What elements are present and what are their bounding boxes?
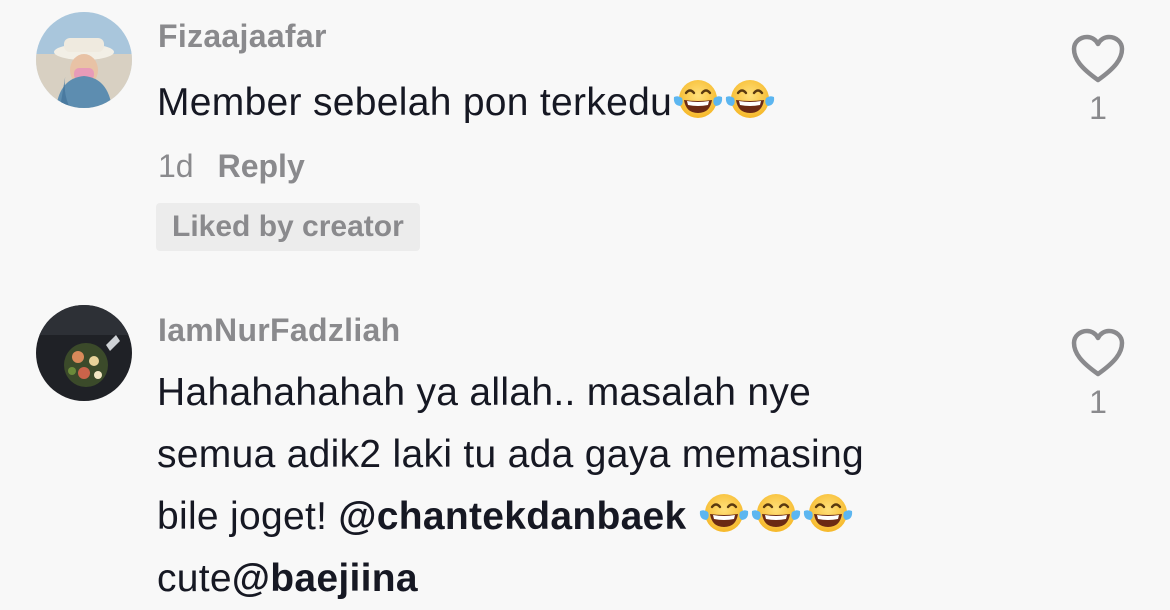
comment-text-line: bile joget! @chantekdanbaek — [157, 486, 1017, 548]
heart-outline-icon[interactable] — [1071, 34, 1125, 84]
like-count: 1 — [1089, 90, 1107, 126]
comment-text-line: cute@baejiina — [157, 548, 1017, 610]
like-button[interactable]: 1 — [1068, 34, 1128, 127]
heart-outline-icon[interactable] — [1071, 328, 1125, 378]
like-button[interactable]: 1 — [1068, 328, 1128, 421]
avatar[interactable] — [36, 12, 132, 108]
mention-link[interactable]: @chantekdanbaek — [338, 495, 686, 538]
comment-text-segment: bile joget! — [157, 495, 339, 538]
comment-time: 1d — [158, 148, 194, 184]
comment-username[interactable]: Fizaajaafar — [158, 18, 327, 55]
comment-text: Hahahahahah ya allah.. masalah nye semua… — [157, 362, 1017, 610]
comment-meta: 1d Reply — [158, 148, 305, 185]
laughing-emoji-icon — [672, 77, 724, 121]
comment-username[interactable]: IamNurFadzliah — [158, 312, 400, 349]
laughing-emoji-icon — [750, 491, 802, 535]
liked-by-creator-badge: Liked by creator — [156, 203, 420, 251]
comment-text: Member sebelah pon terkedu — [157, 72, 1017, 134]
mention-link[interactable]: @baejiina — [232, 557, 418, 600]
comment-text-segment: cute — [157, 557, 232, 600]
laughing-emoji-icon — [698, 491, 750, 535]
comment-text-line: Hahahahahah ya allah.. masalah nye — [157, 371, 812, 414]
avatar[interactable] — [36, 305, 132, 401]
comment-text-line: semua adik2 laki tu ada gaya memasing — [157, 433, 864, 476]
reply-button[interactable]: Reply — [218, 148, 305, 184]
laughing-emoji-icon — [724, 77, 776, 121]
comment-text-content: Member sebelah pon terkedu — [157, 81, 673, 124]
like-count: 1 — [1089, 384, 1107, 420]
laughing-emoji-icon — [802, 491, 854, 535]
